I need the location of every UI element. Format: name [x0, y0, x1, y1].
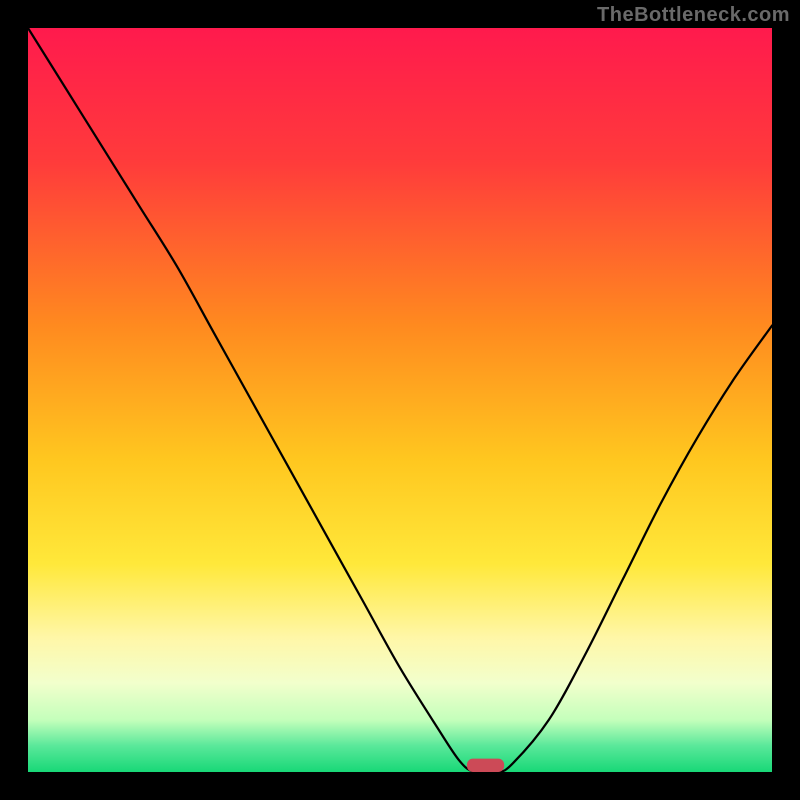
chart-frame: TheBottleneck.com: [0, 0, 800, 800]
bottleneck-curve: [28, 28, 772, 772]
plot-area: [28, 28, 772, 772]
curve-layer: [28, 28, 772, 772]
watermark-text: TheBottleneck.com: [597, 4, 790, 27]
optimum-marker: [467, 759, 504, 772]
